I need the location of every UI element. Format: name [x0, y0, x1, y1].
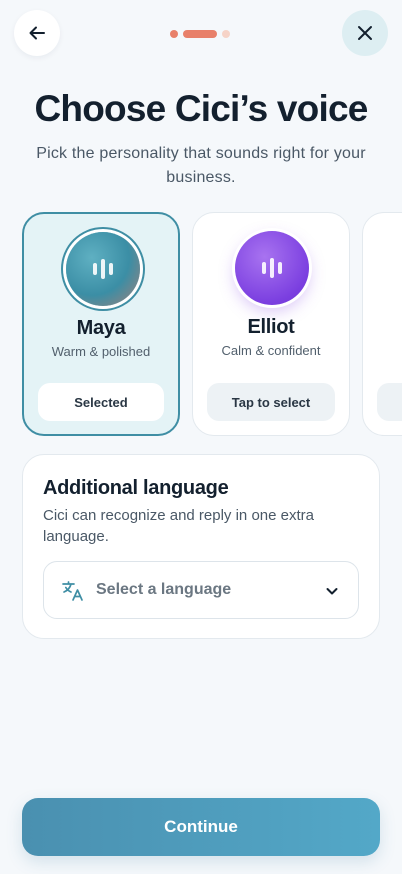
language-section-description: Cici can recognize and reply in one extr… — [43, 507, 314, 545]
language-section-title: Additional language — [43, 477, 229, 499]
translate-icon — [62, 581, 83, 601]
voice-select-button[interactable]: Tap to select — [207, 383, 335, 421]
arrow-left-icon — [29, 26, 45, 40]
progress-step-1 — [170, 30, 178, 38]
close-button[interactable] — [342, 10, 388, 56]
voice-card-partial[interactable] — [362, 212, 402, 436]
top-bar — [0, 0, 402, 70]
additional-language-card: Additional language Cici can recognize a… — [22, 454, 380, 639]
chevron-down-icon — [326, 588, 338, 595]
voice-selected-button[interactable]: Selected — [38, 383, 164, 421]
voice-name: Maya — [76, 317, 126, 339]
language-select-placeholder: Select a language — [96, 581, 232, 598]
voice-description: Calm & confident — [221, 343, 321, 358]
voice-select-button-partial[interactable] — [377, 383, 402, 421]
voice-avatar-elliot — [235, 231, 309, 305]
progress-step-3 — [222, 30, 230, 38]
soundwave-icon — [262, 258, 282, 278]
progress-step-2-current — [183, 30, 217, 38]
voice-card-elliot[interactable]: Elliot Calm & confident Tap to select — [192, 212, 350, 436]
voice-name: Elliot — [247, 316, 295, 338]
continue-button[interactable]: Continue — [22, 798, 380, 856]
voice-description: Warm & polished — [51, 344, 151, 359]
back-button[interactable] — [14, 10, 60, 56]
language-select[interactable]: Select a language — [43, 561, 359, 619]
step-progress — [170, 30, 230, 38]
page-subtitle: Pick the personality that sounds right f… — [36, 145, 366, 186]
soundwave-icon — [93, 259, 113, 279]
voice-card-maya[interactable]: Maya Warm & polished Selected — [22, 212, 180, 436]
voice-carousel[interactable]: Maya Warm & polished Selected Elliot Cal… — [22, 212, 402, 438]
voice-avatar-maya — [66, 232, 140, 306]
page-title: Choose Cici’s voice — [34, 88, 369, 129]
close-icon — [358, 26, 372, 40]
